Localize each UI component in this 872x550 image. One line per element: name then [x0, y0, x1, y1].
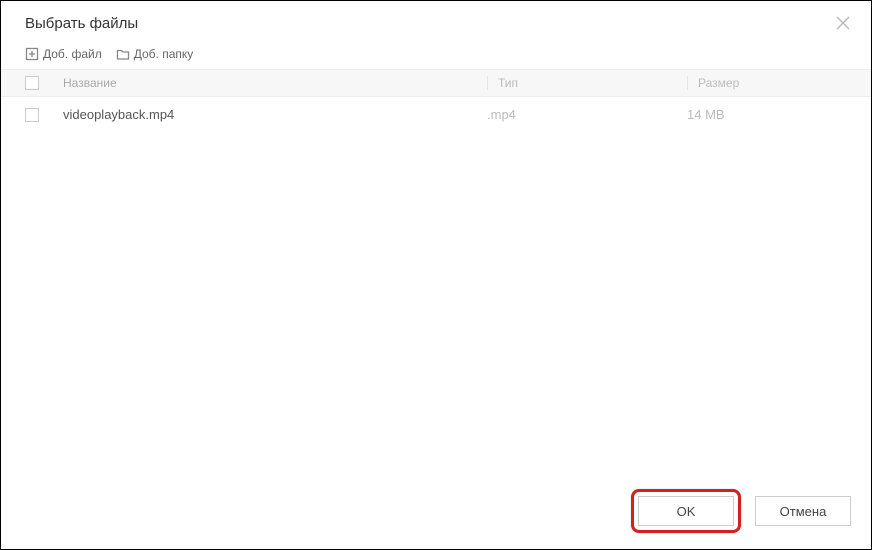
row-name: videoplayback.mp4: [61, 107, 487, 122]
column-header-size[interactable]: Размер: [687, 76, 847, 90]
ok-button[interactable]: OK: [638, 496, 734, 526]
row-checkbox[interactable]: [25, 108, 39, 122]
add-folder-label: Доб. папку: [134, 47, 194, 61]
row-size: 14 MB: [687, 107, 847, 122]
table-row[interactable]: videoplayback.mp4 .mp4 14 MB: [1, 97, 871, 132]
row-type: .mp4: [487, 107, 687, 122]
column-header-name[interactable]: Название: [61, 76, 487, 90]
dialog-header: Выбрать файлы: [1, 1, 871, 43]
add-file-icon: [25, 47, 39, 61]
ok-highlight-annotation: OK: [631, 489, 741, 533]
close-button[interactable]: [833, 13, 853, 33]
select-all-checkbox[interactable]: [25, 76, 39, 90]
folder-icon: [116, 47, 130, 61]
toolbar: Доб. файл Доб. папку: [1, 43, 871, 69]
dialog-title: Выбрать файлы: [25, 15, 138, 32]
column-header-type[interactable]: Тип: [487, 76, 687, 90]
table-header: Название Тип Размер: [1, 69, 871, 97]
add-file-label: Доб. файл: [43, 47, 102, 61]
file-select-dialog: Выбрать файлы Доб. файл Доб. папку Назва…: [1, 1, 871, 549]
add-file-button[interactable]: Доб. файл: [25, 47, 102, 61]
add-folder-button[interactable]: Доб. папку: [116, 47, 194, 61]
cancel-button[interactable]: Отмена: [755, 496, 851, 526]
empty-area: [1, 132, 871, 477]
close-icon: [836, 16, 850, 30]
dialog-footer: OK Отмена: [1, 477, 871, 549]
